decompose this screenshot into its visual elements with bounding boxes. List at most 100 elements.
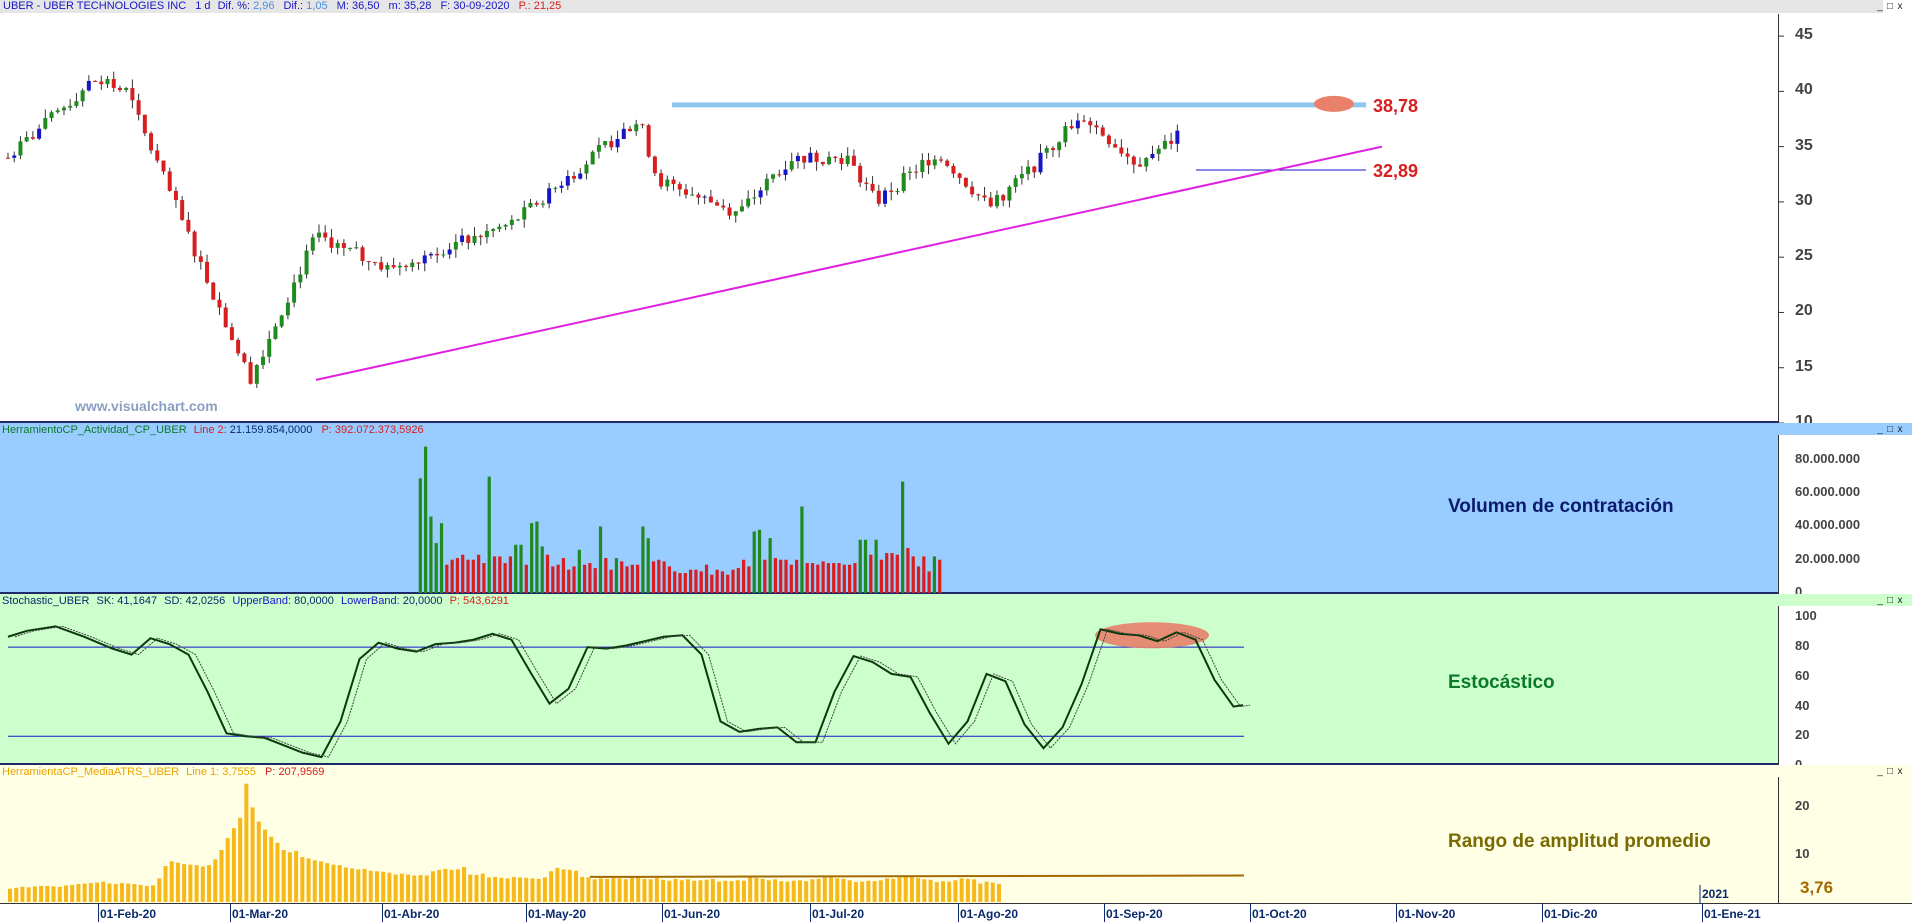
x-tick-mark — [98, 903, 99, 922]
atr-bar — [530, 878, 535, 902]
atr-bar — [263, 829, 268, 902]
volume-bar — [667, 566, 672, 593]
atr-bar — [462, 866, 467, 902]
atr-bar — [14, 887, 19, 902]
candle-body — [739, 206, 744, 212]
atr-bar — [816, 878, 821, 902]
candle-body — [37, 128, 42, 139]
atr-bar — [70, 884, 75, 902]
candle-body — [435, 253, 440, 256]
x-tick-label: 01-Abr-20 — [384, 907, 440, 921]
candle-body — [939, 159, 943, 161]
candle-body — [509, 219, 514, 225]
atr-bar — [636, 877, 641, 902]
atr-bar — [20, 886, 25, 902]
candle-body — [547, 188, 552, 204]
atr-bar — [959, 878, 964, 902]
atr-bar — [891, 878, 896, 902]
volume-bar — [429, 516, 433, 593]
atr-bar — [928, 879, 933, 902]
atr-bar — [598, 878, 603, 902]
candle-body — [111, 79, 116, 88]
candle-body — [1038, 152, 1043, 173]
candle-body — [1069, 126, 1074, 129]
volume-bar — [805, 563, 809, 593]
atr-bar — [741, 880, 746, 902]
stoch-tick-80: 80 — [1795, 638, 1810, 654]
atr-bar — [810, 879, 815, 902]
candle-body — [715, 202, 720, 206]
x-tick-mark — [1396, 903, 1397, 922]
candle-body — [920, 159, 925, 173]
atr-bar — [524, 877, 529, 902]
candle-body — [584, 164, 589, 174]
atr-bar — [244, 783, 249, 902]
volume-bar — [826, 563, 831, 593]
stoch-tick-40: 40 — [1795, 697, 1810, 713]
atr-bar — [219, 849, 224, 902]
atr-bar — [773, 879, 778, 902]
volume-bar — [795, 559, 799, 593]
candle-body — [764, 178, 769, 191]
candle-body — [55, 110, 60, 113]
volume-bar — [641, 526, 645, 593]
atr-bar — [673, 878, 678, 902]
candle-body — [596, 145, 601, 152]
atr-bar — [630, 876, 634, 902]
atr-bar — [667, 880, 672, 902]
atr-bar — [692, 880, 697, 902]
candle-body — [1063, 126, 1068, 143]
atr-bar — [175, 862, 180, 902]
atr-bar — [126, 883, 131, 902]
atr-bar — [972, 879, 977, 902]
atr-bar — [567, 869, 572, 902]
atr-bar — [163, 866, 168, 902]
candle-body — [466, 235, 471, 244]
atr-tick-20: 20 — [1795, 798, 1810, 814]
candle-body — [180, 200, 185, 220]
candle-body — [1131, 156, 1136, 165]
atr-bar — [586, 877, 591, 902]
atr-bar — [853, 882, 858, 902]
atr-bar — [144, 885, 149, 902]
candle-body — [565, 176, 570, 186]
candle-body — [864, 182, 869, 184]
atr-bar — [542, 877, 547, 902]
candle-body — [130, 88, 135, 101]
candle-body — [727, 207, 732, 216]
atr-bar — [536, 878, 541, 902]
atr-bar — [138, 884, 143, 902]
volume-bar — [450, 559, 454, 593]
atr-bar — [704, 879, 709, 902]
candle-body — [379, 262, 384, 270]
volume-bar — [651, 561, 656, 593]
candle-body — [155, 150, 160, 161]
candle-body — [472, 235, 477, 244]
atr-bar — [903, 876, 908, 902]
atr-bar — [231, 828, 236, 902]
volume-bar — [524, 564, 528, 593]
atr-bar — [51, 886, 56, 902]
volume-bar — [418, 478, 422, 593]
volume-tick: 40.000.000 — [1795, 517, 1861, 533]
candle-body — [559, 185, 564, 188]
volume-bar — [699, 571, 703, 593]
volume-bar — [731, 569, 735, 593]
candle-body — [397, 265, 402, 268]
x-tick-mark — [526, 903, 527, 922]
candle-body — [1057, 142, 1062, 150]
candle-body — [167, 171, 172, 191]
atr-bar — [45, 885, 50, 902]
volume-bar — [466, 559, 470, 593]
volume-bar — [657, 559, 661, 593]
atr-bar — [984, 881, 989, 902]
atr-bar — [194, 865, 199, 902]
atr-bar — [710, 878, 715, 902]
stochastic-panel-label: Estocástico — [1448, 672, 1555, 693]
atr-bar — [387, 872, 392, 902]
atr-bar — [325, 863, 330, 902]
atr-bar — [779, 881, 784, 902]
atr-bar — [480, 873, 485, 902]
volume-bar — [773, 558, 778, 593]
atr-bar — [32, 886, 37, 902]
